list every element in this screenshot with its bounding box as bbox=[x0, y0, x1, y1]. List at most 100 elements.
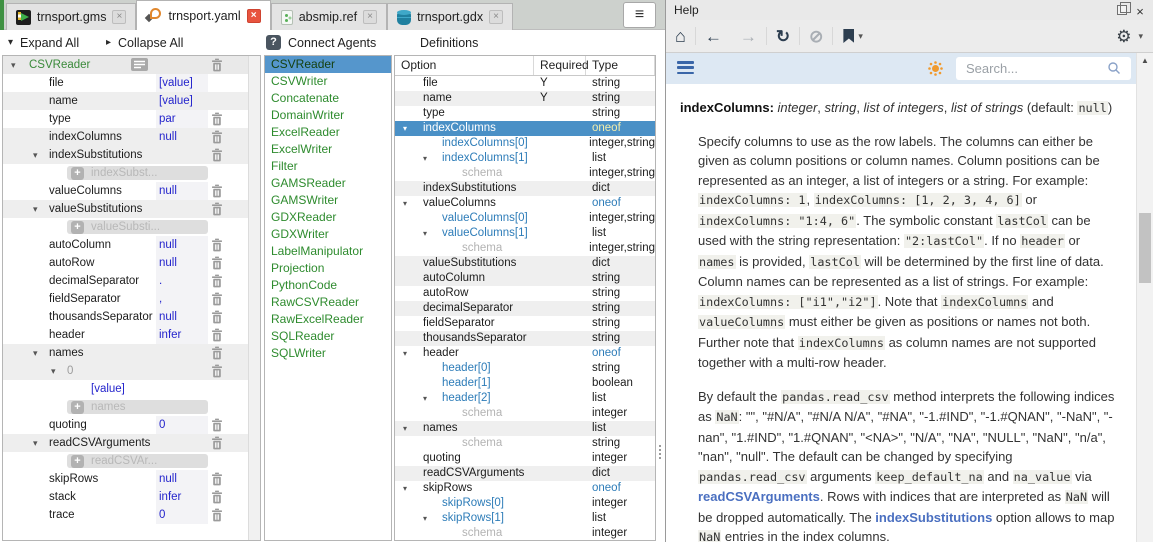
home-icon[interactable]: ⌂ bbox=[675, 27, 686, 45]
tree-item-value[interactable]: [value] bbox=[156, 92, 208, 110]
agent-item[interactable]: CSVWriter bbox=[265, 73, 391, 90]
definition-row[interactable]: ▾ schema string bbox=[395, 436, 655, 451]
agent-item[interactable]: Projection bbox=[265, 260, 391, 277]
agent-item[interactable]: Filter bbox=[265, 158, 391, 175]
definition-row[interactable]: ▾ indexColumns[1] list bbox=[395, 151, 655, 166]
tab-menu-button[interactable]: ≡ bbox=[623, 2, 656, 28]
tree-item-value[interactable]: infer bbox=[156, 488, 208, 506]
tree-row[interactable]: ▾ + file [value] bbox=[3, 74, 248, 92]
agent-item[interactable]: LabelManipulator bbox=[265, 243, 391, 260]
restore-window-icon[interactable] bbox=[1117, 5, 1127, 15]
definition-row[interactable]: ▾ quoting integer bbox=[395, 451, 655, 466]
column-header-option[interactable]: Option bbox=[395, 56, 534, 75]
agent-item[interactable]: PythonCode bbox=[265, 277, 391, 294]
agent-item[interactable]: SQLReader bbox=[265, 328, 391, 345]
agent-item[interactable]: RawExcelReader bbox=[265, 311, 391, 328]
tree-item-value[interactable]: null bbox=[156, 182, 208, 200]
tree-row[interactable]: ▾ + readCSVArguments bbox=[3, 434, 248, 452]
agent-item[interactable]: DomainWriter bbox=[265, 107, 391, 124]
definition-row[interactable]: ▾ decimalSeparator string bbox=[395, 301, 655, 316]
close-icon[interactable]: × bbox=[112, 10, 126, 24]
expand-all-button[interactable]: ▾ Expand All bbox=[8, 30, 79, 55]
agent-item[interactable]: ExcelReader bbox=[265, 124, 391, 141]
column-header-required[interactable]: Required bbox=[534, 56, 586, 75]
close-window-icon[interactable]: × bbox=[1133, 2, 1147, 22]
tree-item-value[interactable]: null bbox=[156, 236, 208, 254]
expander-icon[interactable]: ▾ bbox=[423, 391, 427, 406]
column-header-type[interactable]: Type bbox=[586, 56, 655, 75]
definition-row[interactable]: ▾ indexColumns[0] integer,string bbox=[395, 136, 655, 151]
close-icon[interactable]: × bbox=[247, 9, 261, 23]
trash-icon[interactable] bbox=[211, 508, 223, 528]
stop-icon[interactable]: ⊘ bbox=[809, 28, 823, 45]
tree-row[interactable]: ▾ + autoColumn null bbox=[3, 236, 248, 254]
help-scrollbar[interactable]: ▲ bbox=[1136, 53, 1153, 542]
tab[interactable]: trnsport.gms × bbox=[6, 3, 136, 30]
chevron-down-icon[interactable]: ▾ bbox=[858, 31, 863, 42]
expander-icon[interactable]: ▾ bbox=[403, 421, 407, 436]
tree-item-value[interactable]: , bbox=[156, 290, 208, 308]
agent-item[interactable]: CSVReader bbox=[265, 56, 391, 73]
search-icon[interactable] bbox=[1107, 61, 1121, 80]
tree-row[interactable]: ▾ + type par bbox=[3, 110, 248, 128]
tree-scrollbar[interactable] bbox=[248, 56, 260, 540]
agent-item[interactable]: GAMSReader bbox=[265, 175, 391, 192]
definition-row[interactable]: ▾ autoColumn string bbox=[395, 271, 655, 286]
forward-icon[interactable]: → bbox=[740, 28, 757, 45]
definition-row[interactable]: ▾ header oneof bbox=[395, 346, 655, 361]
definition-row[interactable]: ▾ valueColumns[0] integer,string bbox=[395, 211, 655, 226]
tree-row[interactable]: ▾ + 0 bbox=[3, 362, 248, 380]
tree-row[interactable]: ▾ + valueSubstitutions bbox=[3, 200, 248, 218]
tree-row[interactable]: ▾ + indexColumns null bbox=[3, 128, 248, 146]
agent-item[interactable]: Concatenate bbox=[265, 90, 391, 107]
tree-row[interactable]: ▾ + decimalSeparator . bbox=[3, 272, 248, 290]
gear-icon[interactable]: ⚙ bbox=[1116, 27, 1131, 47]
definition-row[interactable]: ▾ thousandsSeparator string bbox=[395, 331, 655, 346]
tree-item-value[interactable]: . bbox=[156, 272, 208, 290]
definition-row[interactable]: ▾ indexSubstitutions dict bbox=[395, 181, 655, 196]
tree-item-value[interactable]: null bbox=[156, 254, 208, 272]
tree-row[interactable]: ▾ + names bbox=[3, 344, 248, 362]
definition-row[interactable]: ▾ schema integer,string bbox=[395, 241, 655, 256]
definition-row[interactable]: ▾ indexColumns oneof bbox=[395, 121, 655, 136]
tree-row[interactable]: ▾ + fieldSeparator , bbox=[3, 290, 248, 308]
tree-row[interactable]: ▾ + names bbox=[3, 398, 248, 416]
tab[interactable]: trnsport.gdx × bbox=[387, 3, 513, 30]
help-question-icon[interactable]: ? bbox=[266, 35, 281, 50]
tree-row[interactable]: ▾ + stack infer bbox=[3, 488, 248, 506]
definition-row[interactable]: ▾ skipRows[1] list bbox=[395, 511, 655, 526]
chevron-down-icon[interactable]: ▾ bbox=[1138, 31, 1143, 42]
tree-row[interactable]: ▾ + thousandsSeparator null bbox=[3, 308, 248, 326]
back-icon[interactable]: ← bbox=[705, 28, 722, 45]
tree-item-value[interactable]: par bbox=[156, 110, 208, 128]
tree-row[interactable]: ▾ + CSVReader bbox=[3, 56, 248, 74]
theme-sun-icon[interactable] bbox=[932, 65, 939, 72]
definition-row[interactable]: ▾ header[2] list bbox=[395, 391, 655, 406]
definition-row[interactable]: ▾ header[1] boolean bbox=[395, 376, 655, 391]
agent-item[interactable]: SQLWriter bbox=[265, 345, 391, 362]
expander-icon[interactable]: ▾ bbox=[423, 226, 427, 241]
definition-row[interactable]: ▾ valueColumns[1] list bbox=[395, 226, 655, 241]
tree-item-value[interactable]: null bbox=[156, 308, 208, 326]
agent-item[interactable]: GDXWriter bbox=[265, 226, 391, 243]
agent-item[interactable]: ExcelWriter bbox=[265, 141, 391, 158]
definition-row[interactable]: ▾ schema integer,string bbox=[395, 166, 655, 181]
search-input[interactable] bbox=[956, 57, 1131, 80]
tree-row[interactable]: ▾ + header infer bbox=[3, 326, 248, 344]
tree-row[interactable]: ▾ + trace 0 bbox=[3, 506, 248, 524]
definition-row[interactable]: ▾ names list bbox=[395, 421, 655, 436]
scrollbar-thumb[interactable] bbox=[1139, 213, 1151, 283]
definition-row[interactable]: ▾ file Y string bbox=[395, 76, 655, 91]
tree-row[interactable]: ▾ + readCSVAr... bbox=[3, 452, 248, 470]
tab[interactable]: absmip.ref × bbox=[271, 3, 387, 30]
definition-row[interactable]: ▾ header[0] string bbox=[395, 361, 655, 376]
tree-row[interactable]: ▾ + [value] bbox=[3, 380, 248, 398]
tree-row[interactable]: ▾ + autoRow null bbox=[3, 254, 248, 272]
tree-row[interactable]: ▾ + quoting 0 bbox=[3, 416, 248, 434]
definition-row[interactable]: ▾ fieldSeparator string bbox=[395, 316, 655, 331]
tree-row[interactable]: ▾ + skipRows null bbox=[3, 470, 248, 488]
definition-row[interactable]: ▾ skipRows oneof bbox=[395, 481, 655, 496]
agent-item[interactable]: RawCSVReader bbox=[265, 294, 391, 311]
refresh-icon[interactable]: ↻ bbox=[776, 28, 790, 45]
tree-item-value[interactable]: [value] bbox=[156, 74, 208, 92]
